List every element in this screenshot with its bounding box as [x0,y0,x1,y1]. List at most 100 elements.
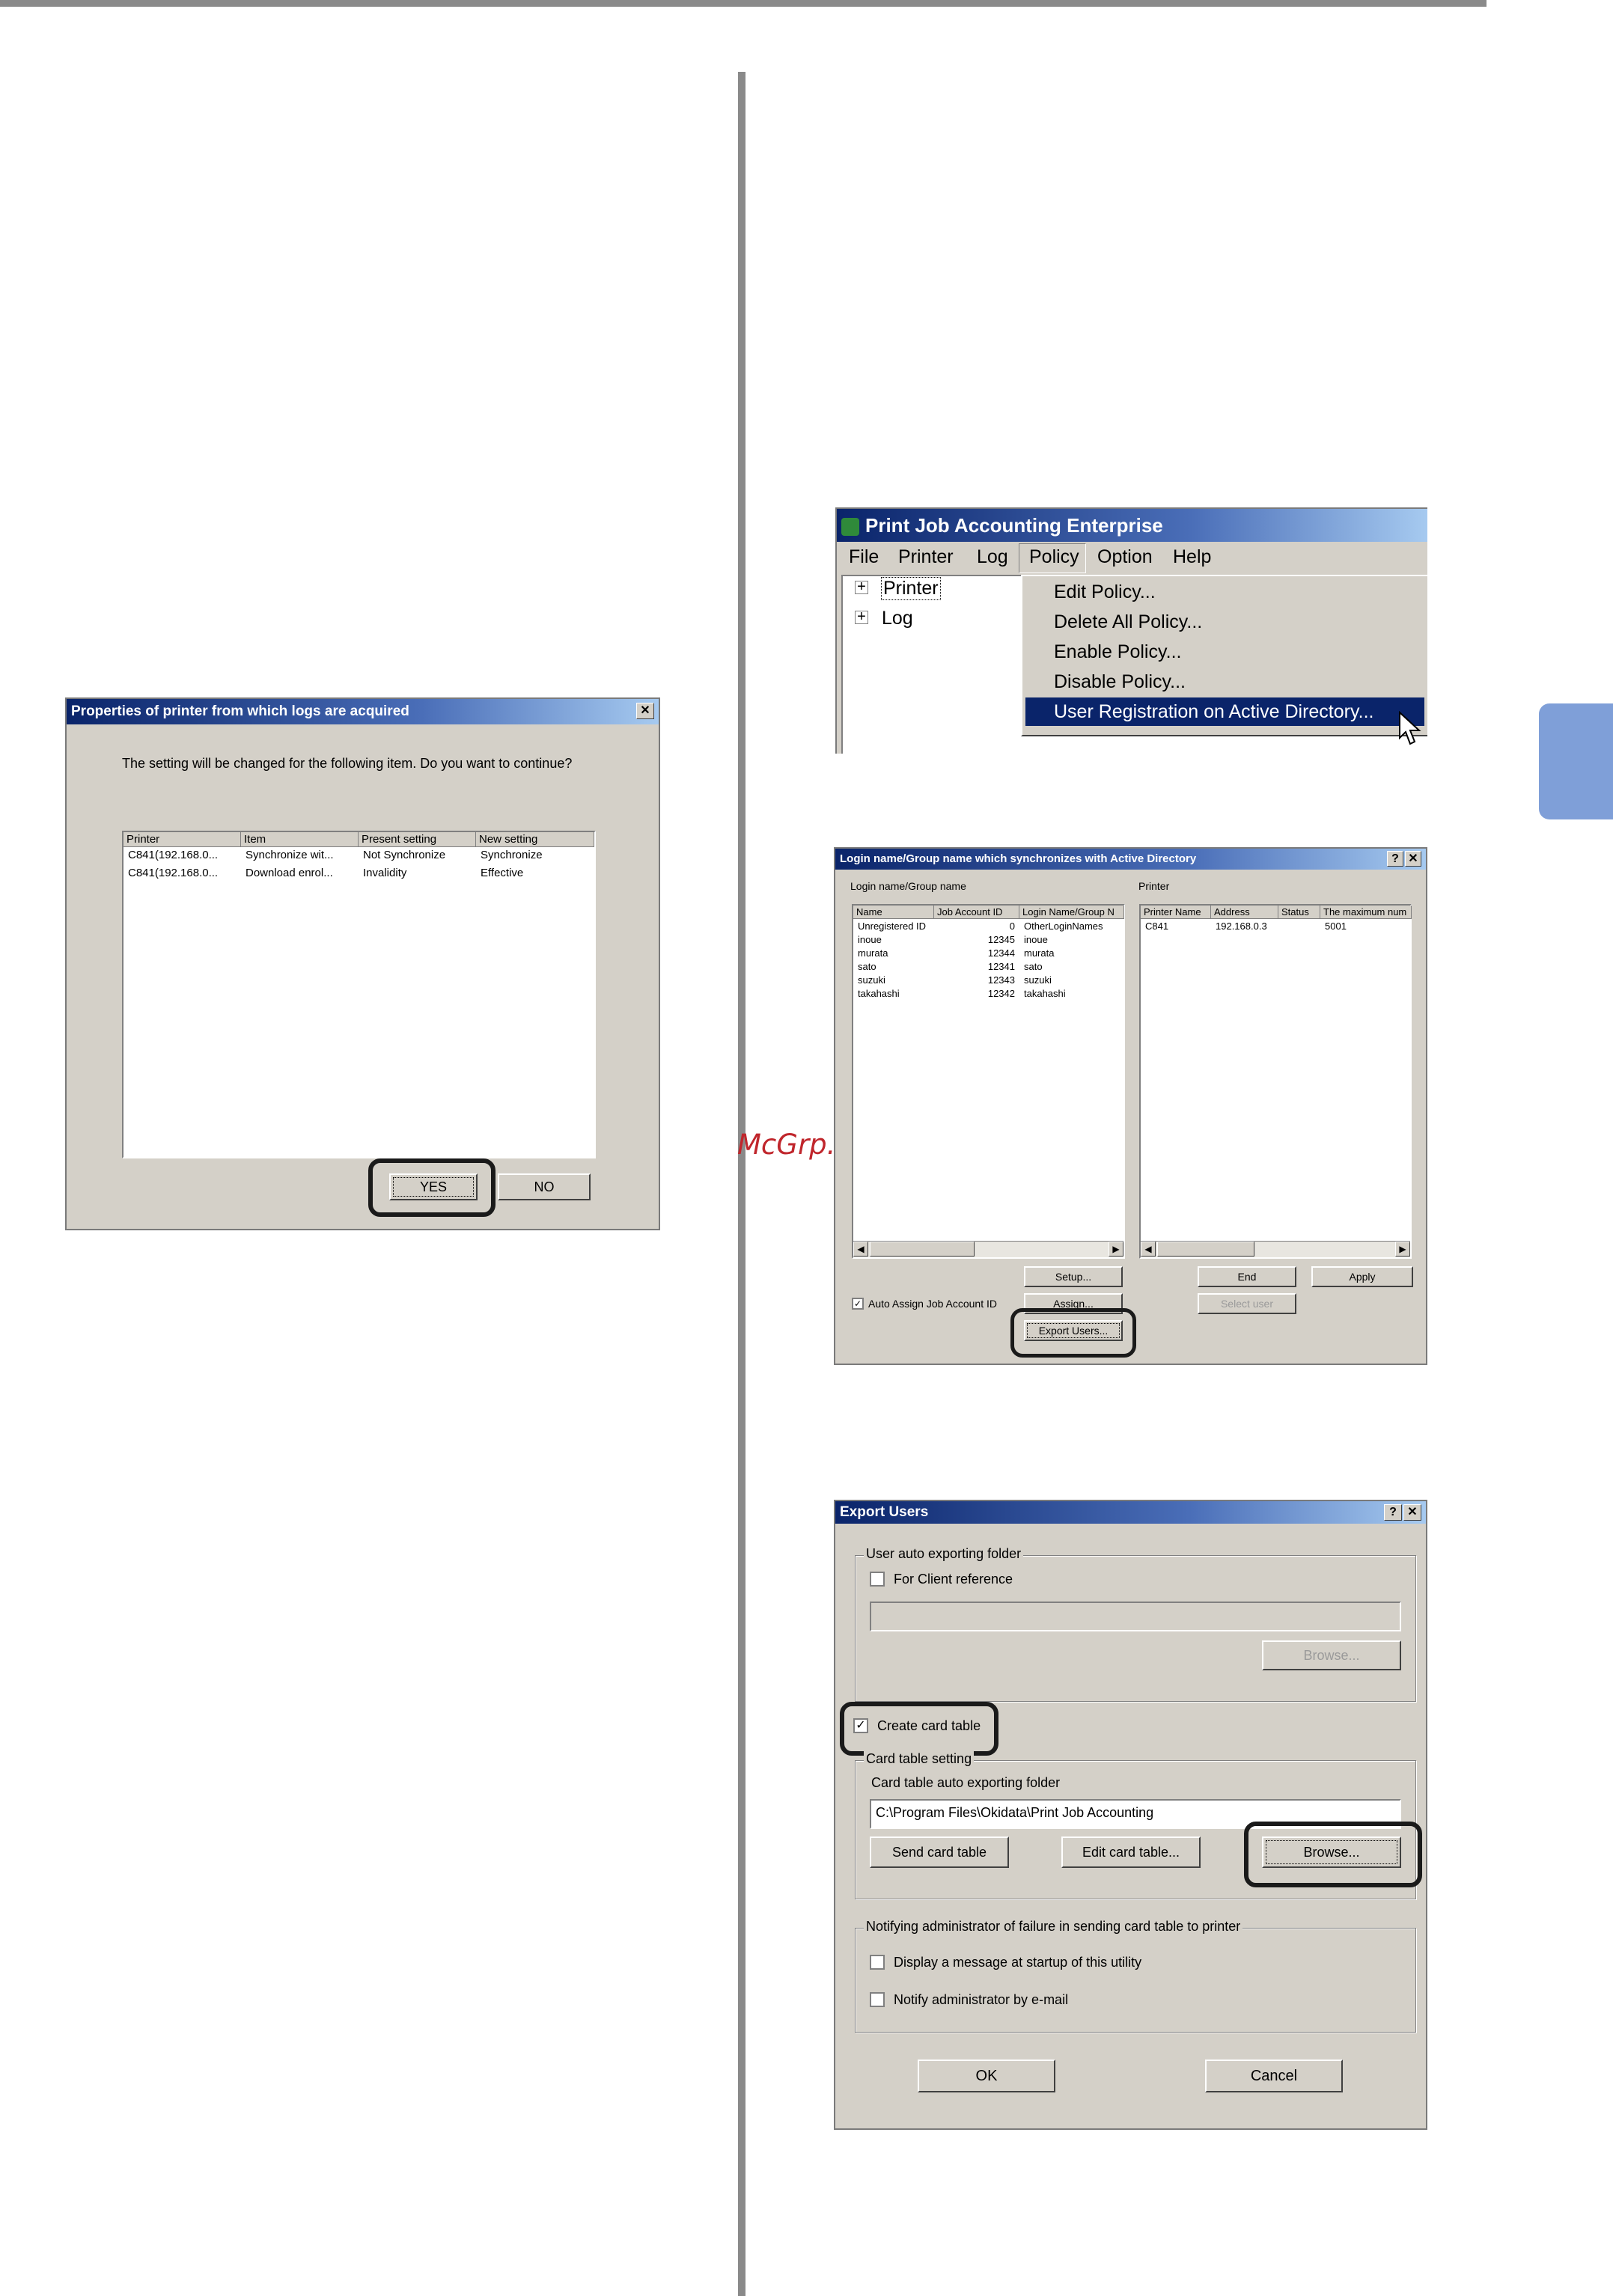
close-icon[interactable]: ✕ [1403,1504,1421,1521]
close-icon[interactable]: ✕ [1405,851,1421,867]
column-header[interactable]: Job Account ID [934,906,1019,919]
menu-item-enable-policy[interactable]: Enable Policy... [1025,638,1424,666]
scroll-right-icon[interactable]: ▶ [1395,1242,1410,1257]
table-cell: Invalidity [363,867,407,879]
horizontal-scrollbar[interactable]: ◀ ▶ [1141,1241,1410,1257]
login-group-label: Login name/Group name [850,880,966,892]
tree-item-printer[interactable]: Printer [881,577,941,600]
scroll-right-icon[interactable]: ▶ [1109,1242,1123,1257]
setup-button[interactable]: Setup... [1024,1266,1123,1287]
column-header[interactable]: Printer Name [1141,906,1211,919]
table-cell: C841(192.168.0... [128,867,219,879]
cursor-icon [1399,711,1421,745]
menu-help[interactable]: Help [1173,546,1211,568]
notify-group [855,1928,1416,2033]
export-users-highlight [1010,1308,1136,1358]
tree-item-log[interactable]: Log [882,608,913,629]
cancel-button[interactable]: Cancel [1205,2060,1343,2092]
notify-email-label: Notify administrator by e-mail [894,1992,1069,2007]
user-export-group-label: User auto exporting folder [864,1546,1024,1562]
properties-dialog: Properties of printer from which logs ar… [65,697,660,1230]
display-message-checkbox[interactable] [870,1955,885,1970]
menu-option[interactable]: Option [1097,546,1153,568]
menu-item-edit-policy[interactable]: Edit Policy... [1025,578,1424,606]
menu-bar: File Printer Log Policy Option Help [837,542,1427,573]
column-divider [738,72,745,2296]
menu-file[interactable]: File [849,546,879,568]
export-title-bar: Export Users [835,1501,1426,1524]
app-logo-icon [841,518,859,537]
auto-assign-label: Auto Assign Job Account ID [868,1298,997,1310]
table-cell: 12342 [987,988,1015,999]
help-icon[interactable]: ? [1387,851,1403,867]
end-button[interactable]: End [1198,1266,1296,1287]
menu-printer[interactable]: Printer [898,546,954,568]
table-cell: 12343 [987,974,1015,986]
scroll-thumb[interactable] [1157,1242,1254,1257]
column-header[interactable]: Name [853,906,934,919]
column-header[interactable]: Login Name/Group N [1019,906,1124,919]
table-cell: Synchronize wit... [246,849,334,861]
create-card-highlight [840,1702,998,1756]
column-header[interactable]: Item [241,832,359,847]
user-folder-input[interactable] [870,1602,1401,1631]
client-reference-checkbox[interactable] [870,1572,885,1587]
table-cell: 5001 [1325,920,1347,932]
no-button[interactable]: NO [498,1173,591,1200]
expand-icon[interactable]: + [855,609,868,624]
ok-button[interactable]: OK [918,2060,1055,2092]
help-icon[interactable]: ? [1384,1504,1402,1521]
scroll-left-icon[interactable]: ◀ [1141,1242,1156,1257]
horizontal-scrollbar[interactable]: ◀ ▶ [853,1241,1123,1257]
table-cell: murata [858,947,888,959]
policy-dropdown: Edit Policy... Delete All Policy... Enab… [1021,575,1427,736]
menu-item-disable-policy[interactable]: Disable Policy... [1025,668,1424,696]
expand-icon[interactable]: + [855,579,868,594]
top-rule [0,0,1487,7]
notify-group-label: Notifying administrator of failure in se… [864,1919,1243,1935]
table-cell: C841(192.168.0... [128,849,219,861]
table-cell: takahashi [1024,988,1066,999]
column-header[interactable]: Address [1211,906,1278,919]
table-cell: inoue [858,934,882,945]
scroll-thumb[interactable] [870,1242,975,1257]
display-message-label: Display a message at startup of this uti… [894,1955,1142,1970]
close-icon[interactable]: ✕ [636,703,654,719]
select-user-button[interactable]: Select user [1198,1293,1296,1314]
browse-button-disabled[interactable]: Browse... [1262,1640,1401,1670]
column-header[interactable]: The maximum num [1320,906,1412,919]
changes-list: Printer Item Present setting New setting… [122,831,596,1158]
folder-label: Card table auto exporting folder [871,1775,1061,1790]
table-cell: suzuki [1024,974,1052,986]
browse-highlight [1244,1822,1422,1887]
menu-log[interactable]: Log [977,546,1008,568]
printer-list: Printer Name Address Status The maximum … [1139,904,1412,1259]
menu-item-user-registration[interactable]: User Registration on Active Directory... [1025,697,1424,726]
sync-title-bar: Login name/Group name which synchronizes… [835,849,1426,870]
sync-dialog: Login name/Group name which synchronizes… [834,847,1427,1365]
auto-assign-checkbox[interactable]: ✓ [852,1298,864,1310]
table-cell: takahashi [858,988,900,999]
table-cell: Not Synchronize [363,849,446,861]
table-cell: Unregistered ID [858,920,927,932]
apply-button[interactable]: Apply [1311,1266,1413,1287]
send-card-button[interactable]: Send card table [870,1837,1009,1868]
client-reference-label: For Client reference [894,1572,1013,1587]
notify-email-checkbox[interactable] [870,1992,885,2007]
column-header[interactable]: New setting [476,832,594,847]
menu-policy[interactable]: Policy [1029,546,1079,568]
scroll-left-icon[interactable]: ◀ [853,1242,868,1257]
column-header[interactable]: Printer [124,832,241,847]
table-cell: 0 [1009,920,1015,932]
column-header[interactable]: Status [1278,906,1320,919]
printer-label: Printer [1138,880,1170,892]
table-cell: C841 [1145,920,1169,932]
export-users-dialog: Export Users ? ✕ User auto exporting fol… [834,1500,1427,2130]
yes-highlight [368,1158,496,1217]
app-title-bar: Print Job Accounting Enterprise [837,509,1427,542]
card-table-group-label: Card table setting [864,1751,975,1767]
edit-card-button[interactable]: Edit card table... [1061,1837,1201,1868]
column-header[interactable]: Present setting [359,832,476,847]
table-cell: OtherLoginNames [1024,920,1103,932]
menu-item-delete-all-policy[interactable]: Delete All Policy... [1025,608,1424,636]
